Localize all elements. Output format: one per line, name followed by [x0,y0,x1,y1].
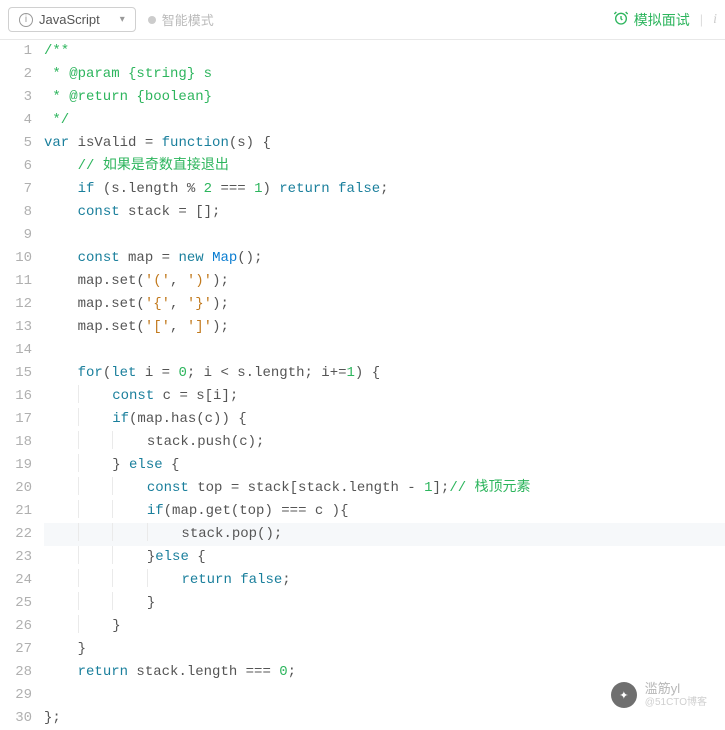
code-line[interactable]: * @return {boolean} [44,86,725,109]
mode-label: 智能模式 [162,10,214,29]
info-icon: i [19,13,33,27]
mock-interview-label: 模拟面试 [634,10,690,30]
code-line[interactable]: return false; [44,569,725,592]
line-gutter: 1234567891011121314151617181920212223242… [0,40,42,730]
line-number: 16 [0,385,32,408]
line-number: 11 [0,270,32,293]
toolbar-right: 模拟面试 | i [613,10,717,30]
code-line[interactable] [44,339,725,362]
line-number: 1 [0,40,32,63]
info-icon[interactable]: i [713,12,717,28]
line-number: 30 [0,707,32,730]
language-select[interactable]: i JavaScript ▾ [8,7,136,32]
code-line[interactable]: const c = s[i]; [44,385,725,408]
code-line[interactable]: stack.pop(); [44,523,725,546]
code-line[interactable]: const top = stack[stack.length - 1];// 栈… [44,477,725,500]
code-line[interactable] [44,224,725,247]
code-line[interactable]: for(let i = 0; i < s.length; i+=1) { [44,362,725,385]
chevron-down-icon: ▾ [120,14,125,25]
line-number: 26 [0,615,32,638]
line-number: 3 [0,86,32,109]
code-line[interactable]: /** [44,40,725,63]
line-number: 5 [0,132,32,155]
code-line[interactable]: } else { [44,454,725,477]
line-number: 4 [0,109,32,132]
line-number: 6 [0,155,32,178]
line-number: 20 [0,477,32,500]
line-number: 23 [0,546,32,569]
code-line[interactable]: const stack = []; [44,201,725,224]
line-number: 7 [0,178,32,201]
line-number: 10 [0,247,32,270]
line-number: 18 [0,431,32,454]
line-number: 21 [0,500,32,523]
code-line[interactable]: if(map.has(c)) { [44,408,725,431]
divider: | [700,12,703,27]
code-line[interactable]: }else { [44,546,725,569]
language-label: JavaScript [39,12,100,27]
line-number: 22 [0,523,32,546]
code-line[interactable]: var isValid = function(s) { [44,132,725,155]
toolbar: i JavaScript ▾ 智能模式 模拟面试 | i [0,0,725,40]
mock-interview-button[interactable]: 模拟面试 [613,10,690,30]
code-line[interactable]: }; [44,707,725,730]
code-line[interactable]: * @param {string} s [44,63,725,86]
line-number: 24 [0,569,32,592]
code-line[interactable]: map.set('[', ']'); [44,316,725,339]
code-line[interactable]: } [44,638,725,661]
code-line[interactable]: } [44,592,725,615]
code-line[interactable]: */ [44,109,725,132]
line-number: 28 [0,661,32,684]
status-dot-icon [148,16,156,24]
line-number: 19 [0,454,32,477]
code-line[interactable]: // 如果是奇数直接退出 [44,155,725,178]
code-editor[interactable]: 1234567891011121314151617181920212223242… [0,40,725,730]
code-line[interactable]: if(map.get(top) === c ){ [44,500,725,523]
line-number: 12 [0,293,32,316]
line-number: 29 [0,684,32,707]
code-line[interactable]: return stack.length === 0; [44,661,725,684]
code-line[interactable]: map.set('{', '}'); [44,293,725,316]
watermark: ✦ 滥筋yl @51CTO博客 [611,682,707,708]
code-line[interactable]: stack.push(c); [44,431,725,454]
line-number: 14 [0,339,32,362]
code-line[interactable]: if (s.length % 2 === 1) return false; [44,178,725,201]
line-number: 13 [0,316,32,339]
code-line[interactable]: } [44,615,725,638]
code-line[interactable]: map.set('(', ')'); [44,270,725,293]
watermark-logo-icon: ✦ [611,682,637,708]
code-body[interactable]: /** * @param {string} s * @return {boole… [42,40,725,730]
line-number: 15 [0,362,32,385]
line-number: 8 [0,201,32,224]
line-number: 9 [0,224,32,247]
watermark-sub: @51CTO博客 [645,697,707,708]
line-number: 25 [0,592,32,615]
watermark-main: 滥筋yl [645,682,707,696]
smart-mode-toggle[interactable]: 智能模式 [148,10,214,29]
line-number: 17 [0,408,32,431]
line-number: 2 [0,63,32,86]
line-number: 27 [0,638,32,661]
code-line[interactable]: const map = new Map(); [44,247,725,270]
alarm-clock-icon [613,10,629,29]
